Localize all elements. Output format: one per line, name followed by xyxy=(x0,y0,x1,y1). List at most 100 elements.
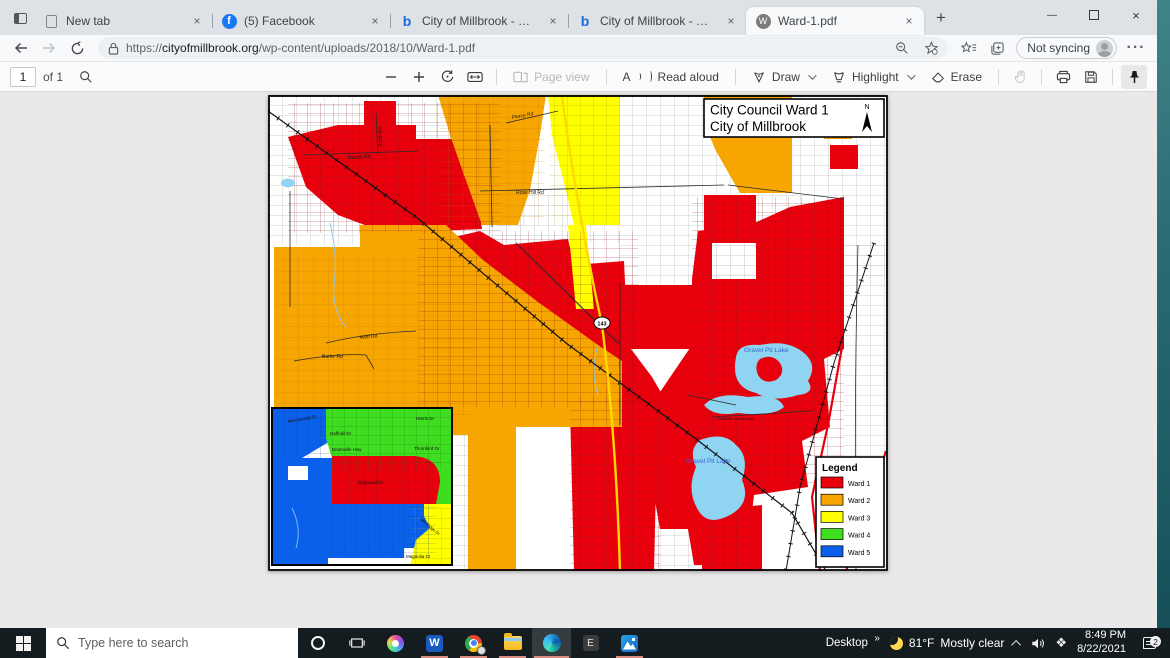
hand-tool-button[interactable] xyxy=(1007,65,1033,89)
map-label: Smith Rd xyxy=(378,126,384,147)
new-tab-button[interactable] xyxy=(928,5,954,31)
tab-title: City of Millbrook - Bing xyxy=(600,14,716,28)
system-tray: Desktop » 81°F Mostly clear 8:49 PM 8/22… xyxy=(826,628,1170,658)
highlight-button[interactable]: Highlight xyxy=(824,65,921,89)
chrome-button[interactable] xyxy=(454,628,493,658)
desktop-label: Desktop xyxy=(826,637,868,649)
search-icon xyxy=(79,70,93,84)
star-gear-icon xyxy=(924,41,939,56)
map-label: Prattville Junction Rd xyxy=(718,417,754,421)
map-label: Burke Rd xyxy=(322,354,343,360)
cortana-button[interactable] xyxy=(298,628,337,658)
save-button[interactable] xyxy=(1078,65,1104,89)
page-view-button[interactable]: Page view xyxy=(505,65,597,89)
rotate-button[interactable] xyxy=(434,65,460,89)
map-label: Ward 4 xyxy=(848,533,870,540)
page-icon xyxy=(43,13,59,29)
collections-button[interactable] xyxy=(984,37,1010,59)
window-controls xyxy=(1031,0,1157,35)
tab-close-button[interactable] xyxy=(545,13,561,29)
word-button[interactable] xyxy=(415,628,454,658)
word-icon xyxy=(426,635,443,652)
edge-icon xyxy=(543,634,561,652)
photos-button[interactable] xyxy=(610,628,649,658)
pdf-page: 143 xyxy=(268,95,888,571)
start-button[interactable] xyxy=(0,628,46,658)
paint3d-button[interactable] xyxy=(376,628,415,658)
rotate-icon xyxy=(440,69,455,84)
file-explorer-icon xyxy=(504,636,522,650)
add-favorite-button[interactable] xyxy=(920,39,942,57)
fit-width-button[interactable] xyxy=(462,65,488,89)
file-explorer-button[interactable] xyxy=(493,628,532,658)
tab-close-button[interactable] xyxy=(901,13,917,29)
screen: New tab (5) Facebook City of Millbrook - B… xyxy=(0,0,1170,658)
map-label: Harris Dr xyxy=(416,416,434,421)
tab[interactable]: City of Millbrook - Bing xyxy=(390,7,568,35)
tab[interactable]: City of Millbrook - Bing xyxy=(568,7,746,35)
chevron-down-icon[interactable] xyxy=(907,71,915,79)
clock-date: 8/22/2021 xyxy=(1077,643,1126,657)
separator xyxy=(496,69,497,85)
dropbox-tray-icon[interactable] xyxy=(1055,635,1067,651)
map-label: Range Rd xyxy=(348,154,371,161)
wordpress-icon xyxy=(755,13,771,29)
tab-close-button[interactable] xyxy=(723,13,739,29)
tab-close-button[interactable] xyxy=(367,13,383,29)
close-button[interactable] xyxy=(1115,0,1157,30)
tab[interactable]: (5) Facebook xyxy=(212,7,390,35)
zoom-in-button[interactable] xyxy=(406,65,432,89)
desktop-toolbar[interactable]: Desktop » xyxy=(826,637,880,649)
tab[interactable]: New tab xyxy=(34,7,212,35)
read-aloud-button[interactable]: Read aloud xyxy=(615,65,727,89)
print-button[interactable] xyxy=(1050,65,1076,89)
tab-title: City of Millbrook - Bing xyxy=(422,14,538,28)
pin-toolbar-button[interactable] xyxy=(1121,65,1147,89)
zoom-level-button[interactable] xyxy=(891,39,913,57)
pdf-tools: Page view Read aloud Draw Highlight xyxy=(378,65,1147,89)
app-e-button[interactable] xyxy=(571,628,610,658)
edge-button[interactable] xyxy=(532,628,571,658)
speaker-icon xyxy=(1031,637,1045,650)
toolbar-chevrons-icon[interactable]: » xyxy=(874,633,880,644)
fit-width-icon xyxy=(467,70,483,84)
map-label: Ward 1 xyxy=(848,481,870,488)
tab-title: (5) Facebook xyxy=(244,14,360,28)
erase-button[interactable]: Erase xyxy=(923,65,990,89)
action-center-button[interactable]: 2 xyxy=(1136,637,1162,649)
back-button[interactable] xyxy=(8,37,34,59)
taskbar-search[interactable] xyxy=(46,628,298,658)
moon-icon xyxy=(890,637,903,650)
tab-close-button[interactable] xyxy=(189,13,205,29)
search-icon xyxy=(56,636,70,650)
map-label: Gravel Pit Lake xyxy=(744,347,789,354)
refresh-button[interactable] xyxy=(64,37,90,59)
tab-strip: New tab (5) Facebook City of Millbrook - B… xyxy=(34,0,924,35)
search-input[interactable] xyxy=(78,636,258,650)
profile-button[interactable]: Not syncing xyxy=(1016,37,1117,59)
pin-icon xyxy=(1128,70,1141,84)
weather-widget[interactable]: 81°F Mostly clear xyxy=(890,636,1005,650)
separator xyxy=(735,69,736,85)
draw-button[interactable]: Draw xyxy=(744,65,822,89)
forward-button[interactable] xyxy=(36,37,62,59)
tab-actions-button[interactable] xyxy=(6,4,34,32)
address-bar[interactable]: https://cityofmillbrook.org/wp-content/u… xyxy=(98,37,948,59)
favorites-button[interactable] xyxy=(956,37,982,59)
maximize-button[interactable] xyxy=(1073,0,1115,30)
task-view-button[interactable] xyxy=(337,628,376,658)
settings-menu-button[interactable] xyxy=(1123,37,1149,59)
pdf-search-button[interactable] xyxy=(73,65,99,89)
zoom-out-button[interactable] xyxy=(378,65,404,89)
chevron-down-icon[interactable] xyxy=(808,71,816,79)
minimize-button[interactable] xyxy=(1031,0,1073,30)
tray-expand-button[interactable] xyxy=(1014,640,1021,647)
taskbar-clock[interactable]: 8:49 PM 8/22/2021 xyxy=(1077,629,1126,657)
tab[interactable]: Ward-1.pdf xyxy=(746,7,924,35)
volume-button[interactable] xyxy=(1031,637,1045,650)
map-title-box: City Council Ward 1 City of Millbrook N xyxy=(704,99,884,137)
pdf-viewer[interactable]: 143 xyxy=(0,92,1157,628)
collections-icon xyxy=(990,41,1005,56)
page-number-input[interactable]: 1 xyxy=(10,67,36,87)
read-aloud-wave-icon xyxy=(638,73,641,80)
